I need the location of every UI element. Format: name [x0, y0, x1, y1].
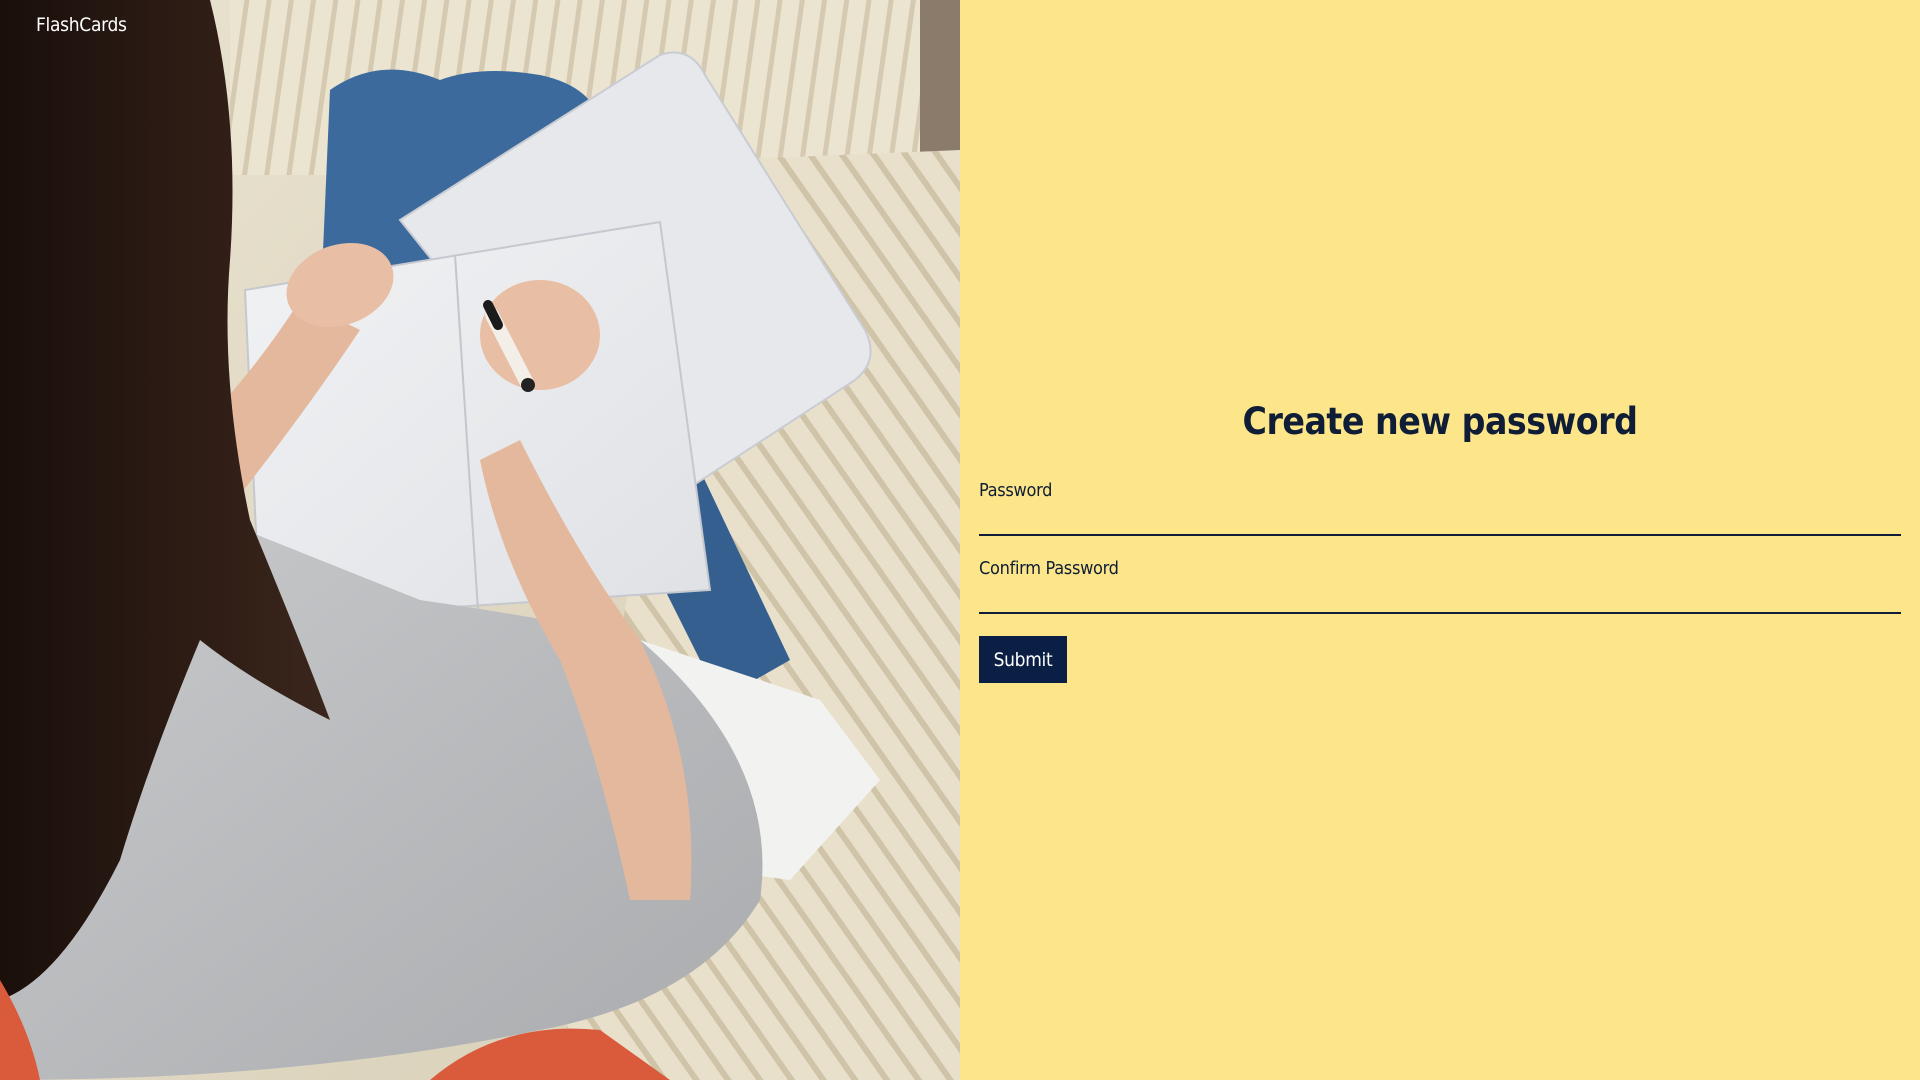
password-input[interactable]: [979, 504, 1901, 536]
password-field-group: Password: [979, 478, 1901, 536]
woman-writing-in-notebook-photo: [0, 0, 960, 1080]
confirm-password-input[interactable]: [979, 582, 1901, 614]
confirm-password-label: Confirm Password: [979, 558, 1119, 579]
password-label: Password: [979, 480, 1053, 501]
form-panel: Create new password Password Confirm Pas…: [960, 0, 1920, 1080]
form-title: Create new password: [1242, 400, 1638, 443]
submit-button[interactable]: Submit: [979, 636, 1067, 683]
hero-photo-panel: FlashCards: [0, 0, 960, 1080]
confirm-password-field-group: Confirm Password: [979, 556, 1901, 614]
page: FlashCards Create new password Password …: [0, 0, 1920, 1080]
create-password-form: Create new password Password Confirm Pas…: [979, 396, 1901, 683]
brand-logo-link[interactable]: FlashCards: [36, 14, 127, 36]
